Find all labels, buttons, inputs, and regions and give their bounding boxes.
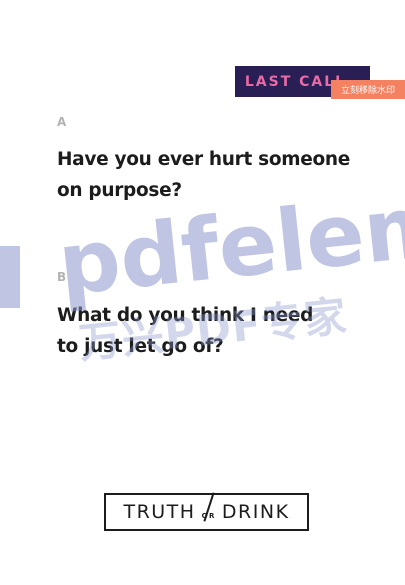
question-a-line1: Have you ever hurt someone	[57, 149, 351, 170]
logo-truth: TRUTH	[123, 501, 196, 523]
question-b-line1: What do you think I need	[57, 305, 314, 326]
question-b-line2: to just let go of?	[57, 336, 224, 357]
question-a-text: Have you ever hurt someone on purpose?	[57, 144, 377, 206]
question-b-text: What do you think I need to just let go …	[57, 300, 377, 362]
remove-watermark-label: 立刻移除水印	[340, 86, 395, 96]
truth-or-drink-logo: TRUTH OR DRINK	[104, 492, 309, 531]
watermark-brand-text: pdfeleme	[54, 188, 405, 315]
logo-drink: DRINK	[221, 501, 290, 523]
remove-watermark-button[interactable]: 立刻移除水印	[331, 80, 405, 99]
pdfelement-watermark: pdfeleme	[0, 188, 405, 315]
watermark-logo-mark	[0, 246, 20, 308]
question-a-label: A	[57, 115, 67, 129]
question-a-line2: on purpose?	[57, 180, 182, 201]
question-b-label: B	[57, 270, 67, 284]
logo-or: OR	[202, 492, 216, 522]
